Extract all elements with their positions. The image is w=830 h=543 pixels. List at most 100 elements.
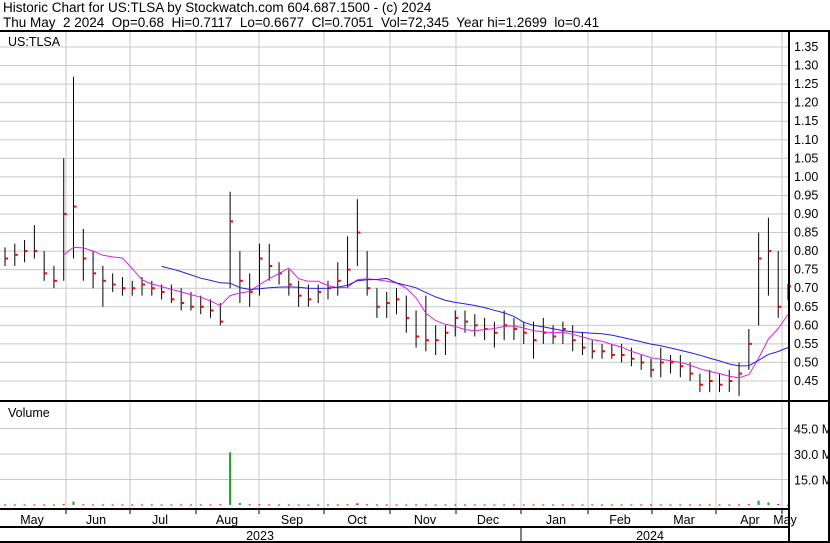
month-label: Sep bbox=[281, 513, 303, 527]
month-label: May bbox=[773, 513, 797, 527]
volume-bar bbox=[503, 504, 506, 506]
volume-bar bbox=[464, 504, 467, 506]
month-label: Mar bbox=[673, 513, 695, 527]
price-tick-label: 0.85 bbox=[794, 226, 818, 240]
price-tick-label: 0.45 bbox=[794, 374, 818, 388]
volume-bar bbox=[92, 504, 95, 506]
volume-bar bbox=[601, 504, 604, 506]
volume-bar bbox=[434, 504, 437, 506]
volume-bar bbox=[131, 504, 134, 506]
price-tick-label: 0.70 bbox=[794, 281, 818, 295]
volume-bar bbox=[258, 504, 261, 506]
price-bars bbox=[4, 76, 791, 396]
volume-bar bbox=[444, 504, 447, 506]
volume-bar bbox=[72, 501, 75, 505]
month-label: Jan bbox=[546, 513, 566, 527]
price-tick-label: 1.30 bbox=[794, 59, 818, 73]
volume-bar bbox=[111, 504, 114, 506]
month-label: Dec bbox=[477, 513, 499, 527]
volume-bar bbox=[405, 504, 408, 506]
volume-bar bbox=[649, 504, 652, 506]
volume-bar bbox=[620, 504, 623, 506]
price-tick-label: 1.15 bbox=[794, 114, 818, 128]
volume-bar bbox=[336, 504, 339, 506]
month-label: Feb bbox=[609, 513, 631, 527]
price-tick-label: 1.35 bbox=[794, 40, 818, 54]
price-tick-label: 0.90 bbox=[794, 207, 818, 221]
volume-bar bbox=[493, 504, 496, 506]
price-tick-label: 1.10 bbox=[794, 133, 818, 147]
month-label: Aug bbox=[216, 513, 238, 527]
volume-bar bbox=[229, 452, 232, 505]
month-label: Jul bbox=[152, 513, 168, 527]
volume-bar bbox=[767, 502, 770, 505]
volume-bar bbox=[738, 504, 741, 506]
volume-bar bbox=[43, 504, 46, 506]
volume-bar bbox=[346, 504, 349, 506]
price-tick-label: 0.60 bbox=[794, 318, 818, 332]
symbol-label: US:TLSA bbox=[8, 35, 61, 49]
volume-bar bbox=[679, 504, 682, 506]
volume-bar bbox=[718, 504, 721, 506]
volume-bar bbox=[268, 504, 271, 506]
volume-bar bbox=[669, 504, 672, 506]
volume-bar bbox=[581, 504, 584, 506]
ma-short-line bbox=[63, 246, 789, 379]
volume-bar bbox=[141, 504, 144, 506]
price-tick-label: 0.50 bbox=[794, 355, 818, 369]
volume-bar bbox=[13, 504, 16, 506]
volume-bar bbox=[415, 504, 418, 506]
volume-bar bbox=[375, 504, 378, 506]
volume-bar bbox=[483, 504, 486, 506]
volume-bar bbox=[708, 504, 711, 506]
volume-tick-label: 45.0 M bbox=[794, 423, 830, 437]
volume-bar bbox=[189, 504, 192, 506]
volume-tick-label: 15.0 M bbox=[794, 474, 830, 488]
price-tick-label: 1.05 bbox=[794, 151, 818, 165]
volume-bar bbox=[150, 504, 153, 506]
month-label: Apr bbox=[740, 513, 759, 527]
price-tick-label: 1.00 bbox=[794, 170, 818, 184]
volume-bar bbox=[659, 504, 662, 506]
volume-bar bbox=[317, 504, 320, 506]
month-label: Jun bbox=[86, 513, 106, 527]
volume-bar bbox=[238, 502, 241, 505]
volume-bar bbox=[170, 504, 173, 506]
volume-bar bbox=[248, 504, 251, 506]
month-label: May bbox=[20, 513, 44, 527]
volume-bar bbox=[278, 504, 281, 506]
volume-bar bbox=[757, 500, 760, 505]
volume-bar bbox=[219, 504, 222, 506]
volume-bar bbox=[512, 504, 515, 506]
volume-bar bbox=[199, 504, 202, 506]
volume-bar bbox=[395, 504, 398, 506]
volume-bar bbox=[552, 504, 555, 506]
volume-bar bbox=[728, 504, 731, 506]
volume-bar bbox=[777, 503, 780, 505]
volume-bar bbox=[33, 504, 36, 506]
year-label: 2024 bbox=[636, 529, 664, 543]
volume-bar bbox=[385, 504, 388, 506]
volume-bar bbox=[326, 504, 329, 506]
volume-tick-label: 30.0 M bbox=[794, 448, 830, 462]
volume-bar bbox=[366, 504, 369, 506]
volume-bar bbox=[591, 504, 594, 506]
price-tick-label: 0.75 bbox=[794, 263, 818, 277]
volume-bar bbox=[4, 504, 6, 506]
volume-bar bbox=[62, 504, 65, 506]
year-label: 2023 bbox=[246, 529, 274, 543]
month-label: Nov bbox=[414, 513, 437, 527]
volume-bar bbox=[532, 504, 535, 506]
chart-svg: 1.35 1.30 1.25 1.20 1.15 1.10 1.05 1.00 0.95 0.90… bbox=[0, 30, 830, 543]
volume-bar bbox=[454, 504, 457, 506]
price-tick-label: 0.65 bbox=[794, 300, 818, 314]
volume-bar bbox=[747, 504, 750, 506]
volume-bar bbox=[180, 504, 183, 506]
volume-bar bbox=[101, 504, 104, 506]
volume-bar bbox=[287, 504, 290, 506]
price-tick-label: 0.55 bbox=[794, 337, 818, 351]
stock-chart: Historic Chart for US:TLSA by Stockwatch… bbox=[0, 0, 830, 543]
volume-bar bbox=[610, 504, 613, 506]
volume-bar bbox=[424, 504, 427, 506]
price-tick-label: 1.20 bbox=[794, 96, 818, 110]
